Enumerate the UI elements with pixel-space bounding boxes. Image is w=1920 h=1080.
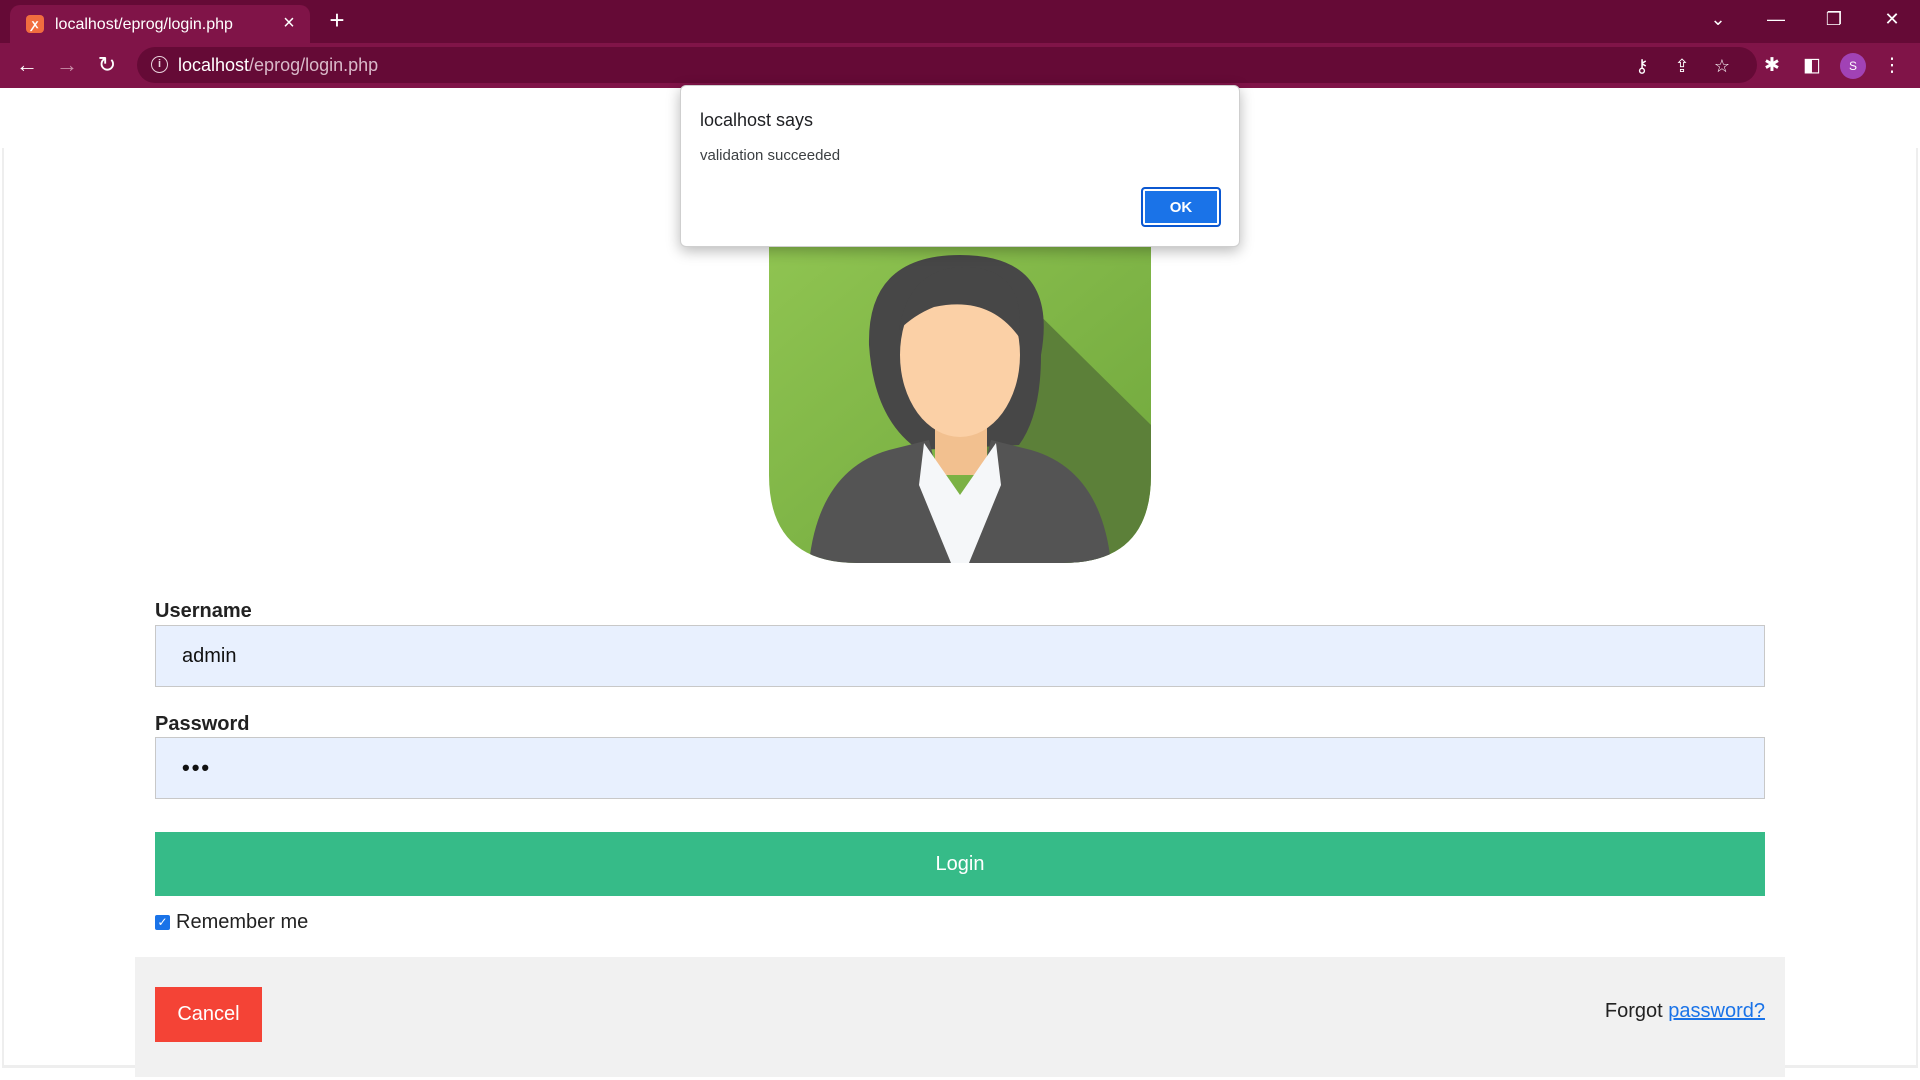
back-icon[interactable]: ← xyxy=(12,51,42,81)
close-window-icon[interactable]: ✕ xyxy=(1864,0,1920,40)
xampp-icon: ꭗ xyxy=(26,15,44,33)
menu-icon[interactable]: ⋮ xyxy=(1878,52,1906,80)
tab-title: localhost/eprog/login.php xyxy=(55,16,233,33)
close-tab-icon[interactable]: × xyxy=(280,13,298,33)
tab-search-icon[interactable]: ⌄ xyxy=(1690,0,1746,40)
forward-icon[interactable]: → xyxy=(52,51,82,81)
dialog-title: localhost says xyxy=(700,110,814,130)
login-button[interactable]: Login xyxy=(155,832,1765,896)
remember-checkbox[interactable]: ✓ xyxy=(155,915,170,930)
password-label: Password xyxy=(155,713,250,735)
remember-me[interactable]: ✓ Remember me xyxy=(155,911,308,934)
minimize-icon[interactable]: — xyxy=(1748,0,1804,40)
username-label: Username xyxy=(155,600,252,622)
password-input[interactable]: ••• xyxy=(155,737,1765,799)
new-tab-icon[interactable]: + xyxy=(324,7,350,34)
tab-strip: ꭗ localhost/eprog/login.php × + ⌄ — ❐ ✕ xyxy=(0,0,1920,43)
side-panel-icon[interactable]: ◧ xyxy=(1798,52,1826,80)
restore-icon[interactable]: ❐ xyxy=(1806,0,1862,40)
form-footer: Cancel Forgot password? xyxy=(135,957,1785,1077)
forgot-text: Forgot xyxy=(1604,1000,1663,1022)
url-text[interactable]: localhost/eprog/login.php xyxy=(178,55,378,76)
share-icon[interactable]: ⇪ xyxy=(1669,53,1695,79)
browser-toolbar: ← → ↻ i localhost/eprog/login.php ⚷ ⇪ ☆ … xyxy=(0,43,1920,88)
extensions-icon[interactable]: ✱ xyxy=(1758,52,1786,80)
user-avatar-image xyxy=(769,245,1151,563)
remember-label: Remember me xyxy=(176,911,309,933)
forgot-password: Forgot password? xyxy=(1605,1000,1765,1023)
site-info-icon[interactable]: i xyxy=(151,56,168,73)
username-input[interactable]: admin xyxy=(155,625,1765,687)
star-icon[interactable]: ☆ xyxy=(1709,53,1735,79)
cancel-button[interactable]: Cancel xyxy=(155,987,262,1042)
ok-button[interactable]: OK xyxy=(1141,187,1221,227)
alert-dialog: localhost says validation succeeded OK xyxy=(680,85,1240,247)
address-bar[interactable]: i localhost/eprog/login.php ⚷ ⇪ ☆ xyxy=(137,47,1757,83)
key-icon[interactable]: ⚷ xyxy=(1629,53,1655,79)
forgot-password-link[interactable]: password? xyxy=(1668,1000,1765,1022)
browser-tab[interactable]: ꭗ localhost/eprog/login.php × xyxy=(10,5,310,43)
dialog-message: validation succeeded xyxy=(700,147,841,164)
profile-avatar[interactable]: S xyxy=(1840,53,1866,79)
reload-icon[interactable]: ↻ xyxy=(92,51,122,81)
